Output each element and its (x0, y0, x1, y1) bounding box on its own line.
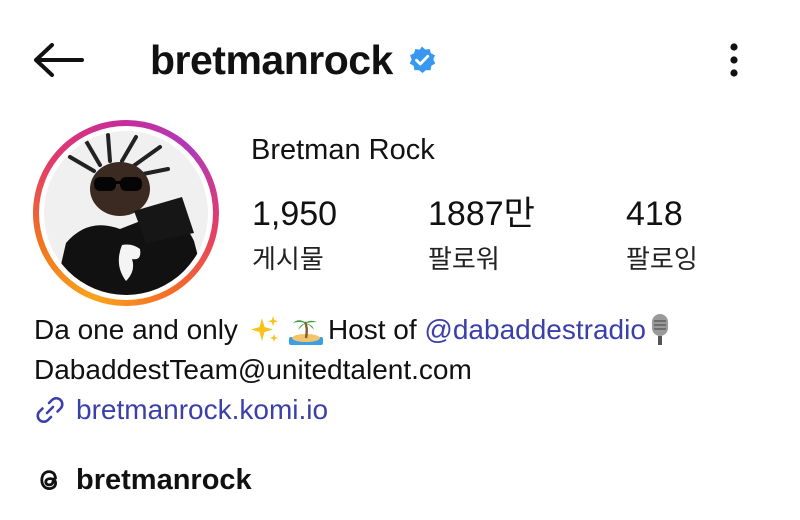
stat-followers[interactable]: 1887만 팔로워 (428, 192, 535, 280)
following-label: 팔로잉 (626, 245, 698, 275)
bio-host-text: Host of (327, 314, 425, 345)
threads-icon (40, 470, 58, 491)
following-count: 418 (626, 195, 683, 233)
more-options-button[interactable] (716, 36, 752, 84)
stat-posts[interactable]: 1,950 게시물 (252, 192, 337, 280)
bio-line-1: Da one and only Host of @dabaddestradio (34, 310, 794, 350)
username: bretmanrock (150, 36, 393, 83)
avatar[interactable] (44, 131, 208, 295)
followers-count: 1887만 (428, 195, 535, 233)
followers-label: 팔로워 (428, 245, 500, 275)
posts-count: 1,950 (252, 195, 338, 233)
back-button[interactable] (30, 38, 86, 82)
threads-badge[interactable]: bretmanrock (34, 458, 252, 502)
bio: Da one and only Host of @dabaddestradio (34, 310, 794, 430)
website-link[interactable]: bretmanrock.komi.io (34, 390, 794, 430)
stat-following[interactable]: 418 팔로잉 (626, 192, 698, 280)
website-link-text: bretmanrock.komi.io (76, 394, 329, 425)
username-header: bretmanrock (150, 30, 437, 90)
story-ring[interactable] (33, 120, 219, 306)
microphone-icon (648, 313, 672, 347)
more-vertical-icon (730, 43, 738, 77)
desert-island-icon (288, 314, 324, 346)
bio-line-2: DabaddestTeam@unitedtalent.com (34, 354, 472, 385)
posts-label: 게시물 (252, 245, 324, 275)
top-bar: bretmanrock (0, 0, 800, 120)
display-name: Bretman Rock (251, 134, 435, 166)
threads-username: bretmanrock (76, 463, 252, 496)
link-icon (34, 394, 66, 426)
verified-badge-icon (407, 45, 437, 75)
bio-tagline: Da one and only (34, 314, 238, 345)
arrow-left-icon (34, 43, 84, 77)
mention-link[interactable]: @dabaddestradio (424, 310, 645, 350)
sparkles-icon (248, 314, 280, 346)
